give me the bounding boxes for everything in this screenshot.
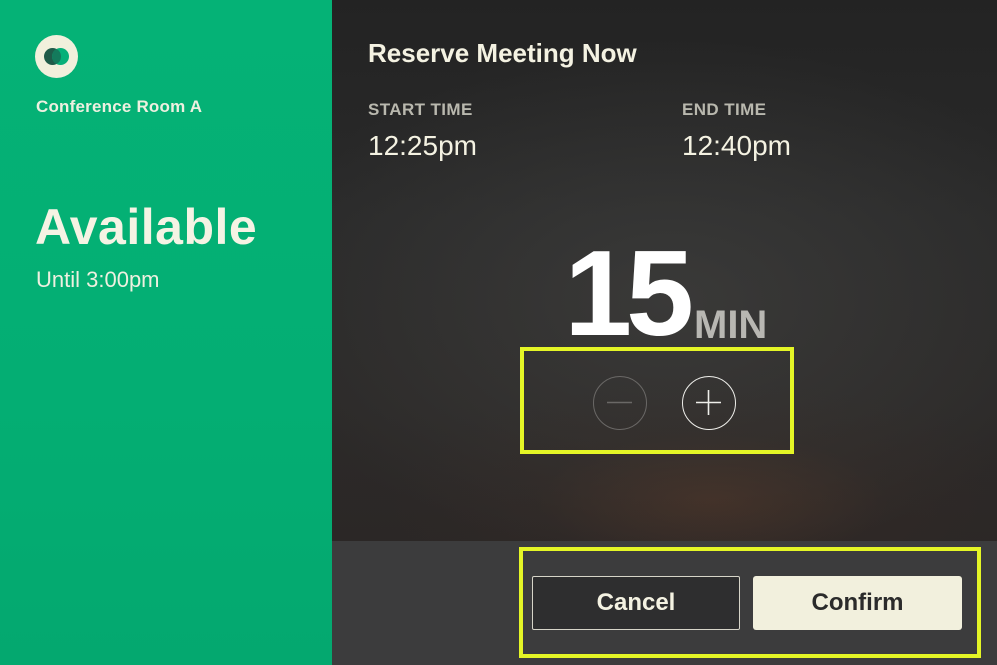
reserve-meeting-panel: Reserve Meeting Now START TIME 12:25pm E… xyxy=(332,0,997,541)
reserve-title: Reserve Meeting Now xyxy=(368,38,637,68)
room-name: Conference Room A xyxy=(36,97,203,116)
availability-until: Until 3:00pm xyxy=(36,267,160,292)
decrease-duration-button[interactable] xyxy=(593,376,647,430)
increase-duration-button[interactable] xyxy=(682,376,736,430)
start-time-label: START TIME xyxy=(368,100,473,119)
room-status-panel: Conference Room A Available Until 3:00pm xyxy=(0,0,332,665)
start-time-value: 12:25pm xyxy=(368,130,477,161)
plus-icon xyxy=(696,390,721,415)
availability-status: Available xyxy=(35,199,258,255)
duration-stepper-highlight xyxy=(520,347,794,454)
action-footer: Cancel Confirm xyxy=(332,541,997,665)
end-time-value: 12:40pm xyxy=(682,130,791,161)
duration-unit: MIN xyxy=(694,303,768,347)
minus-icon xyxy=(607,401,632,404)
duration-value: 15 xyxy=(564,225,694,361)
end-time-label: END TIME xyxy=(682,100,767,119)
overlapping-circles-logo-icon xyxy=(35,35,78,78)
cancel-button[interactable]: Cancel xyxy=(532,576,740,630)
room-booking-screen: Conference Room A Available Until 3:00pm… xyxy=(0,0,997,665)
confirm-button[interactable]: Confirm xyxy=(753,576,962,630)
